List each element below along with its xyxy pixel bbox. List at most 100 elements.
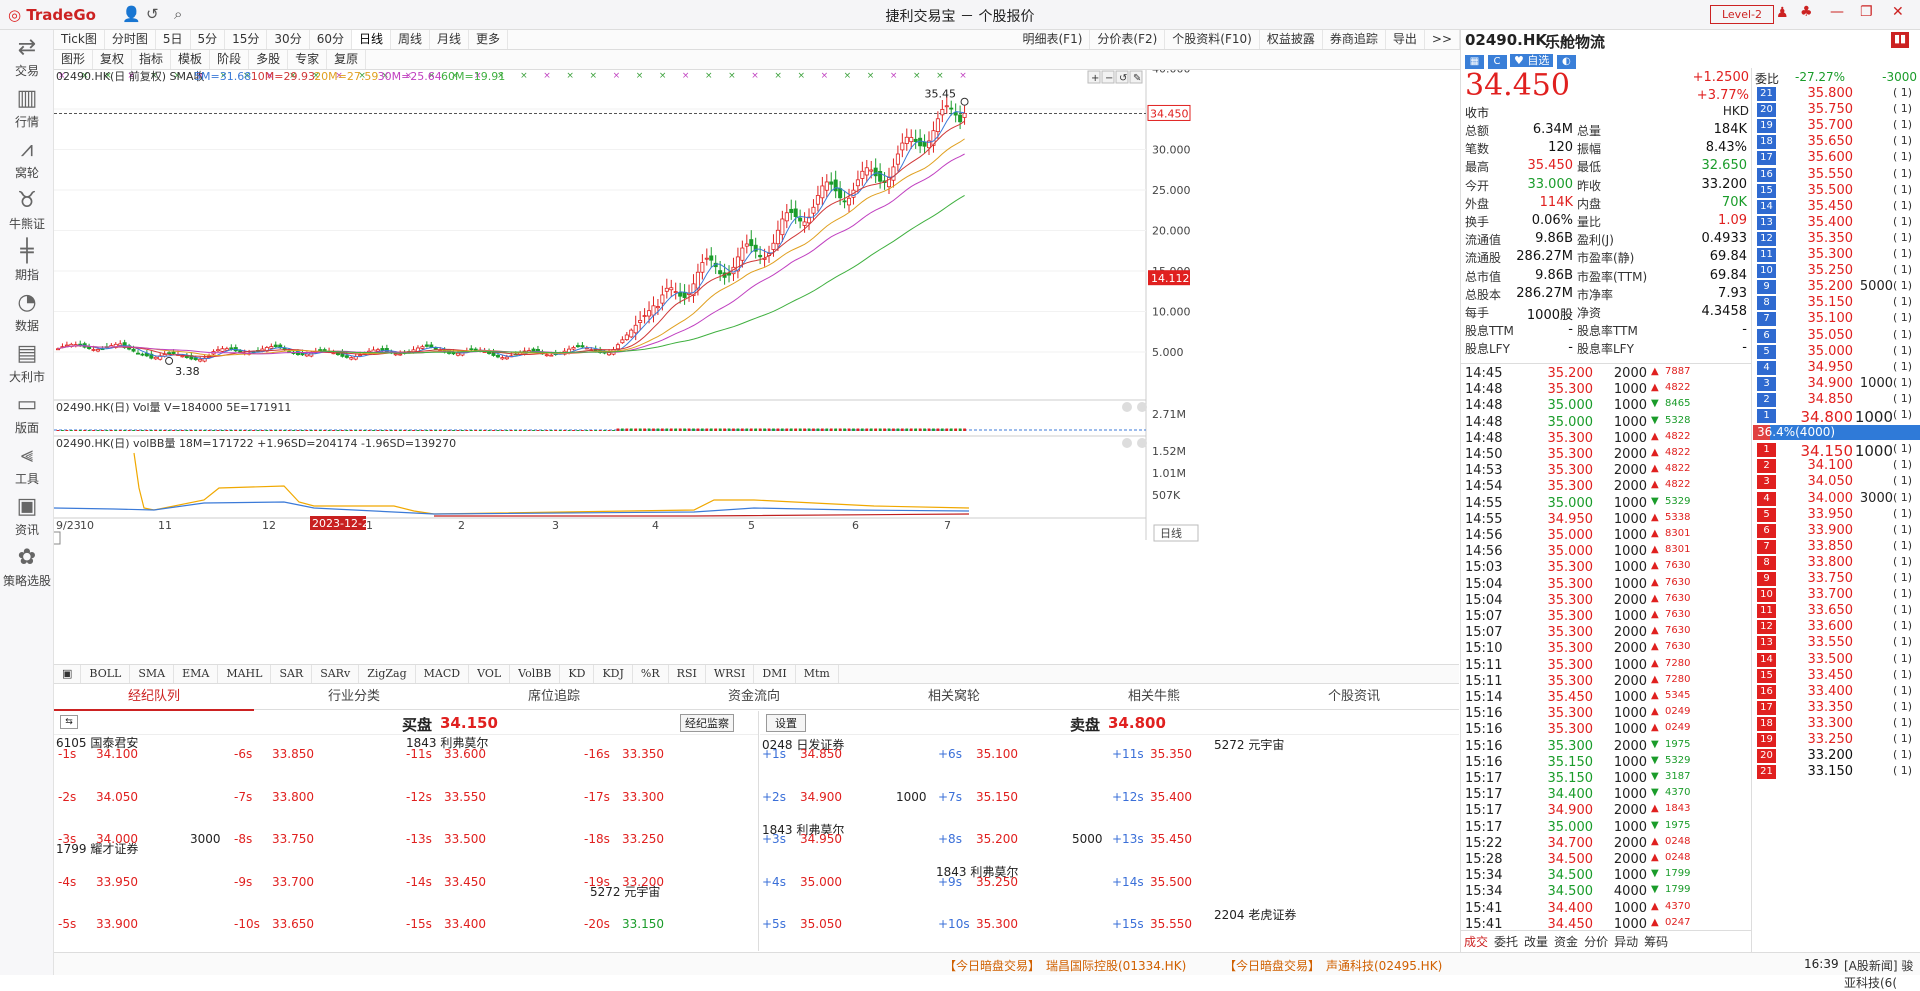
vol-settings-icon[interactable] — [1122, 402, 1132, 412]
ask-row[interactable]: 5 35.000 ( 1) — [1753, 344, 1920, 360]
ask-row[interactable]: 14 35.450 ( 1) — [1753, 199, 1920, 215]
ask-row[interactable]: 17 35.600 ( 1) — [1753, 150, 1920, 166]
bid-row[interactable]: 5 33.950 ( 1) — [1753, 507, 1920, 523]
ask-row[interactable]: 3 34.900 1000( 1) — [1753, 376, 1920, 392]
toggle-icon[interactable]: ⇆ — [60, 715, 78, 729]
ask-row[interactable]: 6 35.050 ( 1) — [1753, 328, 1920, 344]
right-toolbar-tab[interactable]: 导出 — [1386, 30, 1425, 49]
broker-name[interactable]: 5272 元宇宙 — [1214, 736, 1284, 753]
panel-menu-icon[interactable]: ▮▮ — [1891, 32, 1909, 48]
bid-row[interactable]: 3 34.050 ( 1) — [1753, 474, 1920, 490]
chat-icon[interactable]: ◐ — [1556, 55, 1576, 69]
bottom-tab[interactable]: 席位追踪 — [454, 685, 654, 709]
bid-row[interactable]: 8 33.800 ( 1) — [1753, 555, 1920, 571]
ask-row[interactable]: 10 35.250 ( 1) — [1753, 263, 1920, 279]
tool-tab[interactable]: 专家 — [288, 50, 328, 69]
ask-row[interactable]: 18 35.650 ( 1) — [1753, 134, 1920, 150]
bid-row[interactable]: 15 33.450 ( 1) — [1753, 668, 1920, 684]
indicator-tab[interactable]: MACD — [416, 665, 470, 683]
broker-monitor-button[interactable]: 经纪监察 — [680, 714, 734, 732]
bottom-tab[interactable]: 相关窝轮 — [854, 685, 1054, 709]
bid-row[interactable]: 16 33.400 ( 1) — [1753, 684, 1920, 700]
ask-row[interactable]: 1 34.800 1000( 1) — [1753, 408, 1920, 426]
sidebar-item-data[interactable]: ◔ 数据 — [0, 289, 54, 334]
ask-row[interactable]: 2 34.850 ( 1) — [1753, 392, 1920, 408]
bid-row[interactable]: 18 33.300 ( 1) — [1753, 716, 1920, 732]
indicator-tab[interactable]: BOLL — [81, 665, 131, 683]
period-tab[interactable]: 15分 — [225, 30, 268, 49]
ask-row[interactable]: 13 35.400 ( 1) — [1753, 215, 1920, 231]
period-tab[interactable]: 30分 — [267, 30, 310, 49]
ask-row[interactable]: 7 35.100 ( 1) — [1753, 311, 1920, 327]
ask-row[interactable]: 20 35.750 ( 1) — [1753, 102, 1920, 118]
sidebar-item-cbbc[interactable]: ♉ 牛熊证 — [0, 187, 54, 232]
bid-row[interactable]: 2 34.100 ( 1) — [1753, 458, 1920, 474]
tool-tab[interactable]: 阶段 — [210, 50, 250, 69]
trade-tab[interactable]: 改量 — [1521, 931, 1551, 952]
right-toolbar-tab[interactable]: 个股资料(F10) — [1165, 30, 1260, 49]
right-toolbar-tab[interactable]: 券商追踪 — [1323, 30, 1386, 49]
right-toolbar-tab[interactable]: 分价表(F2) — [1090, 30, 1166, 49]
kline-chart[interactable]: 40.00035.00030.00025.00020.00015.00010.0… — [54, 70, 1404, 665]
volbb-settings-icon[interactable] — [1122, 438, 1132, 448]
ask-row[interactable]: 9 35.200 5000( 1) — [1753, 279, 1920, 295]
period-tab[interactable]: 日线 — [351, 30, 391, 49]
ask-row[interactable]: 8 35.150 ( 1) — [1753, 295, 1920, 311]
period-tab[interactable]: 更多 — [469, 30, 509, 49]
period-tab[interactable]: 5分 — [191, 30, 226, 49]
panel-toggle-icon[interactable]: ▣ — [54, 665, 82, 683]
period-tab[interactable]: Tick图 — [54, 30, 105, 49]
tool-tab[interactable]: 复权 — [93, 50, 133, 69]
close-icon[interactable]: ✕ — [1892, 4, 1904, 20]
bid-row[interactable]: 12 33.600 ( 1) — [1753, 619, 1920, 635]
bid-row[interactable]: 6 33.900 ( 1) — [1753, 523, 1920, 539]
sidebar-item-news[interactable]: ▣ 资讯 — [0, 493, 54, 538]
ticker-text-1[interactable]: 瑞昌国际控股(01334.HK) — [1046, 957, 1186, 974]
sidebar-item-market[interactable]: ▥ 行情 — [0, 85, 54, 130]
sidebar-item-dalishi[interactable]: ▤ 大利市 — [0, 340, 54, 385]
bid-row[interactable]: 20 33.200 ( 1) — [1753, 748, 1920, 764]
indicator-tab[interactable]: %R — [633, 665, 669, 683]
ask-row[interactable]: 16 35.550 ( 1) — [1753, 167, 1920, 183]
tool-tab[interactable]: 多股 — [249, 50, 289, 69]
favorite-button[interactable]: ♥ 自选 — [1510, 54, 1554, 67]
reset-icon[interactable]: ↺ — [1119, 73, 1127, 84]
period-tab[interactable]: 月线 — [430, 30, 470, 49]
bottom-tab[interactable]: 经纪队列 — [54, 685, 254, 711]
broker-name[interactable]: 2204 老虎证券 — [1214, 906, 1296, 923]
period-tab[interactable]: 分时图 — [105, 30, 156, 49]
indicator-tab[interactable]: SARv — [312, 665, 360, 683]
trade-tab[interactable]: 异动 — [1611, 931, 1641, 952]
trade-tab[interactable]: 成交 — [1461, 931, 1491, 952]
level2-badge[interactable]: Level-2 — [1710, 5, 1774, 24]
indicator-tab[interactable]: MAHL — [218, 665, 272, 683]
bottom-tab[interactable]: 个股资讯 — [1254, 685, 1454, 709]
bid-row[interactable]: 1 34.150 1000( 1) — [1753, 442, 1920, 460]
volbb-close-icon[interactable] — [1137, 438, 1147, 448]
sidebar-item-strategy[interactable]: ✿ 策略选股 — [0, 544, 54, 589]
bid-row[interactable]: 9 33.750 ( 1) — [1753, 571, 1920, 587]
minimize-icon[interactable]: — — [1830, 4, 1844, 20]
tool-tab[interactable]: 模板 — [171, 50, 211, 69]
right-toolbar-tab[interactable]: 明细表(F1) — [1015, 30, 1091, 49]
panel-expand-icon[interactable] — [54, 531, 61, 545]
ask-row[interactable]: 12 35.350 ( 1) — [1753, 231, 1920, 247]
tool-tab[interactable]: 图形 — [54, 50, 94, 69]
ask-row[interactable]: 21 35.800 ( 1) — [1753, 86, 1920, 102]
shirt-icon[interactable]: ♣ — [1800, 4, 1813, 20]
sidebar-item-warrant[interactable]: ⩘ 窝轮 — [0, 136, 54, 181]
tool-tab[interactable]: 复原 — [327, 50, 367, 69]
bid-row[interactable]: 4 34.000 3000( 1) — [1753, 491, 1920, 507]
indicator-tab[interactable]: EMA — [174, 665, 219, 683]
indicator-tab[interactable]: DMI — [754, 665, 796, 683]
trade-tab[interactable]: 分价 — [1581, 931, 1611, 952]
zoom-in-icon[interactable]: + — [1091, 73, 1099, 84]
indicator-tab[interactable]: VolBB — [510, 665, 561, 683]
ask-row[interactable]: 11 35.300 ( 1) — [1753, 247, 1920, 263]
queue-settings-button[interactable]: 设置 — [766, 714, 806, 732]
indicator-tab[interactable]: RSI — [669, 665, 706, 683]
c-icon[interactable]: C — [1487, 55, 1507, 69]
tool-tab[interactable]: 指标 — [132, 50, 172, 69]
news-headline[interactable]: [A股新闻] 骏亚科技(6( — [1844, 957, 1920, 991]
vol-close-icon[interactable] — [1137, 402, 1147, 412]
